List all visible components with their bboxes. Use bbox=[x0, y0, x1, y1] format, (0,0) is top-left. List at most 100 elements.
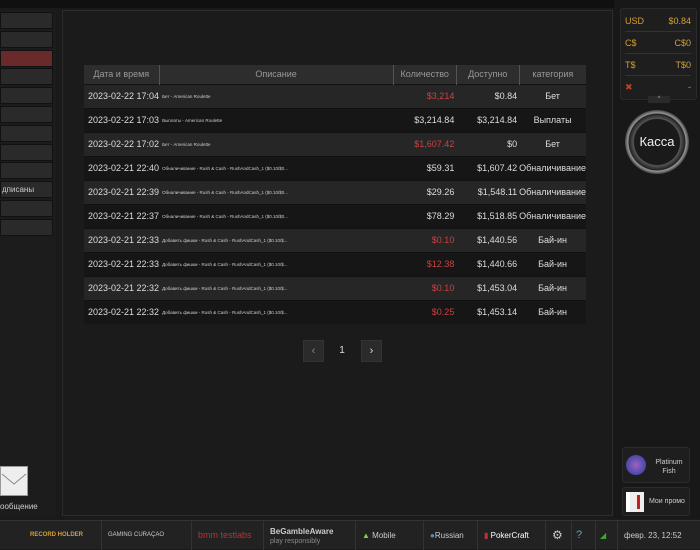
table-row[interactable]: 2023-02-21 22:33 Добавить фишки - Rush & … bbox=[84, 251, 586, 276]
my-promo-button[interactable]: Мои промо bbox=[622, 487, 690, 516]
currency-value: $0.84 bbox=[668, 16, 691, 26]
cell-desc: Выплаты - American Roulette bbox=[159, 107, 394, 132]
prev-page-button[interactable]: ‹ bbox=[303, 340, 324, 362]
current-page[interactable]: 1 bbox=[330, 345, 354, 356]
sidebar-item[interactable] bbox=[0, 30, 53, 48]
cell-date: 2023-02-21 22:33 bbox=[84, 227, 160, 252]
ticket-icon: ✖ bbox=[625, 82, 633, 92]
cell-avail: $1,440.66 bbox=[456, 251, 520, 276]
cell-cat: Обналичивание bbox=[519, 179, 586, 204]
currency-label: USD bbox=[625, 16, 645, 26]
cell-cat: Бет bbox=[519, 131, 586, 156]
cell-desc: Обналичивание - Rush & Cash - RushAndCas… bbox=[159, 155, 394, 180]
sidebar-item[interactable] bbox=[0, 12, 53, 29]
platinum-fish-button[interactable]: Platinum Fish bbox=[622, 447, 690, 483]
cashier-button[interactable]: Касса bbox=[625, 110, 689, 174]
mobile-link[interactable]: ▲ Mobile bbox=[358, 521, 424, 550]
language-selector[interactable]: ●Russian bbox=[426, 521, 478, 550]
sidebar-item[interactable] bbox=[0, 162, 53, 180]
cell-avail: $0 bbox=[456, 131, 520, 156]
sidebar-item[interactable] bbox=[0, 68, 53, 86]
left-nav bbox=[0, 10, 56, 515]
balance-row: USD $0.84 bbox=[625, 10, 691, 32]
table-row[interactable]: 2023-02-21 22:32 Добавить фишки - Rush & … bbox=[84, 275, 586, 300]
table-row[interactable]: 2023-02-21 22:37 Обналичивание - Rush & C… bbox=[84, 203, 586, 228]
begambleaware-title: BeGambleAware bbox=[270, 527, 334, 536]
currency-label: C$ bbox=[625, 38, 637, 48]
sidebar-item[interactable] bbox=[0, 87, 53, 105]
top-strip bbox=[0, 0, 700, 8]
sidebar-item[interactable] bbox=[0, 106, 53, 123]
column-header[interactable]: категория bbox=[518, 65, 586, 84]
next-page-button[interactable]: › bbox=[361, 340, 382, 362]
currency-value: T$0 bbox=[675, 60, 691, 70]
balance-row: C$ C$0 bbox=[625, 32, 691, 54]
cell-qty: $0.10 bbox=[393, 227, 457, 252]
cell-qty: $29.26 bbox=[393, 179, 457, 204]
cell-cat: Бет bbox=[519, 83, 586, 108]
datetime: февр. 23, 12:52 bbox=[624, 531, 682, 540]
table-row[interactable]: 2023-02-22 17:03 Выплаты - American Roule… bbox=[84, 107, 586, 132]
cell-cat: Выплаты bbox=[519, 107, 586, 132]
table-row[interactable]: 2023-02-22 17:04 Бет - American Roulette $… bbox=[84, 83, 586, 108]
sidebar-item[interactable] bbox=[0, 49, 53, 67]
help-icon[interactable]: ? bbox=[572, 521, 596, 550]
sidebar-item[interactable] bbox=[0, 218, 53, 236]
my-promo-label: Мои промо bbox=[649, 498, 685, 505]
column-header[interactable]: Дата и время bbox=[84, 65, 160, 84]
cell-desc: Добавить фишки - Rush & Cash - RushAndCa… bbox=[159, 227, 394, 252]
pokercraft-label: PokerCraft bbox=[490, 531, 529, 540]
cell-date: 2023-02-21 22:32 bbox=[84, 275, 160, 300]
cell-date: 2023-02-21 22:33 bbox=[84, 251, 160, 276]
column-header[interactable]: Доступно bbox=[455, 65, 520, 84]
balance-row: T$ T$0 bbox=[625, 54, 691, 76]
sidebar-item[interactable]: дписаны bbox=[0, 181, 53, 199]
cell-date: 2023-02-22 17:03 bbox=[84, 107, 160, 132]
mail-icon[interactable] bbox=[0, 466, 28, 496]
cell-date: 2023-02-21 22:39 bbox=[84, 179, 160, 204]
cell-desc: Добавить фишки - Rush & Cash - RushAndCa… bbox=[159, 251, 394, 276]
message-label[interactable]: ообщение bbox=[0, 502, 38, 511]
balance-row: ✖ - bbox=[625, 76, 691, 98]
connection-signal-icon: ◢ bbox=[596, 521, 618, 550]
table-row[interactable]: 2023-02-22 17:02 Бет - American Roulette $… bbox=[84, 131, 586, 156]
gaming-curacao-badge[interactable]: GAMING CURAÇAO bbox=[104, 521, 192, 550]
cell-avail: $1,518.85 bbox=[456, 203, 520, 228]
cell-qty: $3,214 bbox=[393, 83, 457, 108]
column-header[interactable]: Описание bbox=[158, 65, 394, 84]
cell-qty: $0.25 bbox=[393, 299, 457, 324]
table-row[interactable]: 2023-02-21 22:39 Обналичивание - Rush & C… bbox=[84, 179, 586, 204]
cell-cat: Бай-ин bbox=[519, 251, 586, 276]
cell-qty: $12.38 bbox=[393, 251, 457, 276]
cell-desc: Обналичивание - Rush & Cash - RushAndCas… bbox=[159, 203, 394, 228]
cell-cat: Обналичивание bbox=[519, 155, 586, 180]
cell-desc: Добавить фишки - Rush & Cash - RushAndCa… bbox=[159, 275, 394, 300]
currency-value: - bbox=[688, 82, 691, 92]
cell-avail: $1,440.56 bbox=[456, 227, 520, 252]
pokercraft-link[interactable]: ▮ PokerCraft bbox=[480, 521, 546, 550]
cell-avail: $1,453.04 bbox=[456, 275, 520, 300]
table-row[interactable]: 2023-02-21 22:33 Добавить фишки - Rush & … bbox=[84, 227, 586, 252]
table-row[interactable]: 2023-02-21 22:32 Добавить фишки - Rush & … bbox=[84, 299, 586, 324]
cell-cat: Обналичивание bbox=[519, 203, 586, 228]
gift-icon bbox=[626, 492, 644, 512]
begambleaware-badge[interactable]: BeGambleAware play responsibly bbox=[266, 521, 356, 550]
settings-gear-icon[interactable]: ⚙ bbox=[548, 521, 572, 550]
column-header[interactable]: Количество bbox=[392, 65, 457, 84]
currency-value: C$0 bbox=[674, 38, 691, 48]
sidebar-item[interactable] bbox=[0, 124, 53, 142]
language-label: Russian bbox=[434, 531, 464, 540]
fish-icon bbox=[626, 455, 646, 475]
bmm-testlabs-badge[interactable]: bmm testlabs bbox=[194, 521, 264, 550]
sidebar-item[interactable] bbox=[0, 143, 53, 161]
cell-avail: $3,214.84 bbox=[456, 107, 520, 132]
cell-qty: $59.31 bbox=[393, 155, 457, 180]
sidebar-item[interactable] bbox=[0, 200, 53, 217]
cell-avail: $1,548.11 bbox=[456, 179, 520, 204]
table-row[interactable]: 2023-02-21 22:40 Обналичивание - Rush & C… bbox=[84, 155, 586, 180]
platinum-fish-label: Platinum Fish bbox=[655, 459, 683, 475]
cell-cat: Бай-ин bbox=[519, 275, 586, 300]
cell-avail: $1,453.14 bbox=[456, 299, 520, 324]
cell-date: 2023-02-22 17:04 bbox=[84, 83, 160, 108]
record-holder-badge: RECORD HOLDER bbox=[26, 521, 102, 550]
